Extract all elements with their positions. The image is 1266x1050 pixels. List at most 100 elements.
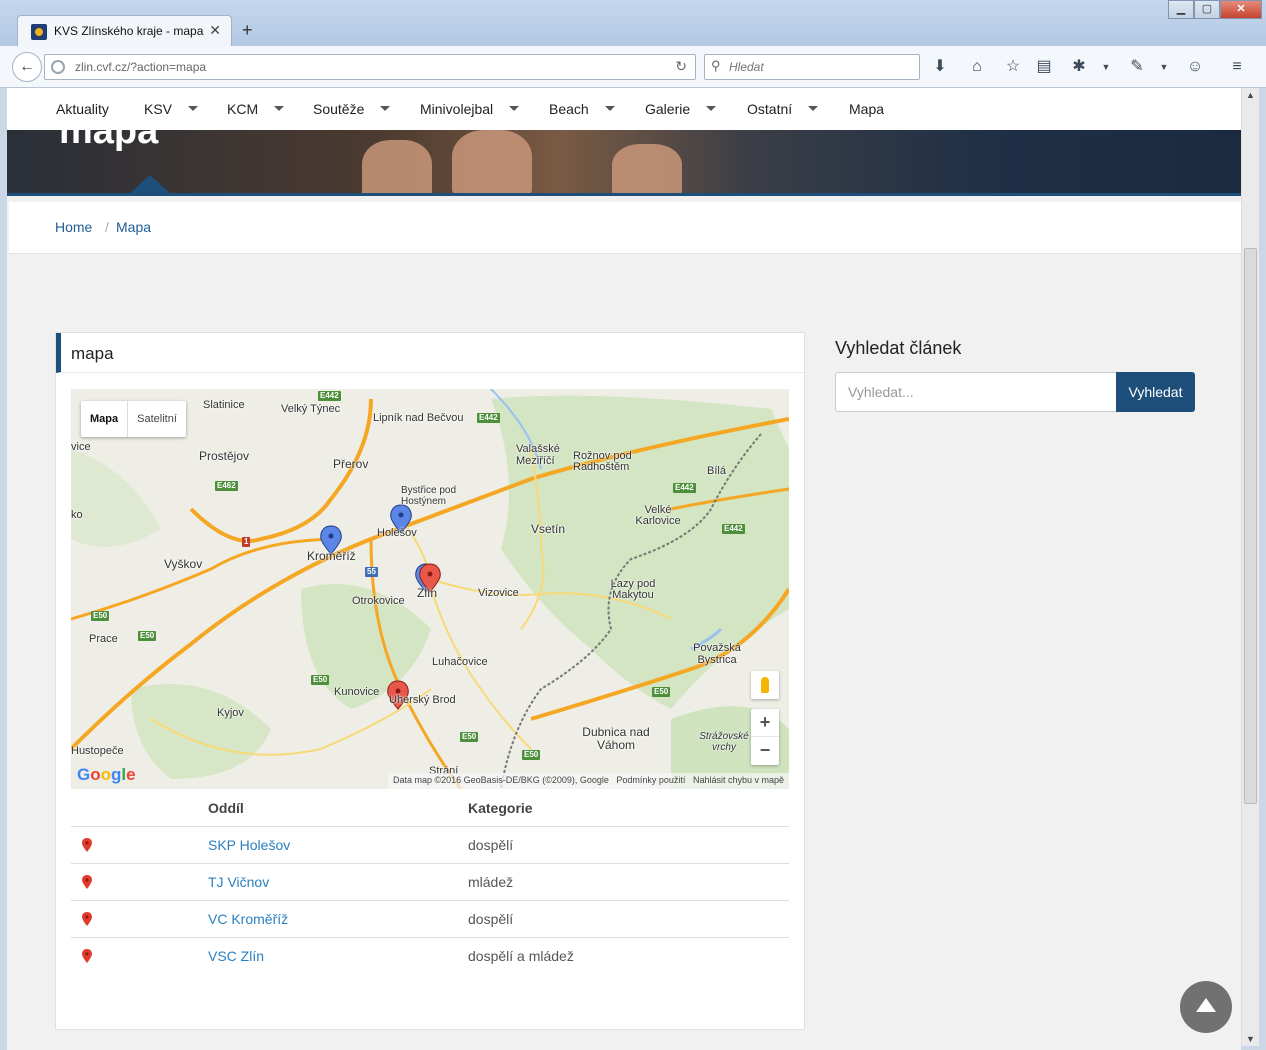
site-navigation: Aktuality KSV KCM Soutěže Minivolejbal B… [7, 88, 1241, 130]
url-bar[interactable]: zlin.cvf.cz/?action=mapa ↻ [44, 54, 696, 80]
map-panel: mapa Slatinice Velký Týnec Lipník nad Be… [55, 332, 805, 1030]
back-button[interactable]: ← [12, 52, 42, 82]
map-attribution: Data map ©2016 GeoBasis-DE/BKG (©2009), … [388, 773, 789, 789]
article-search-button[interactable]: Vyhledat [1116, 372, 1195, 412]
zoom-out-button[interactable]: − [751, 737, 779, 765]
scroll-up-arrow-icon[interactable]: ▲ [1246, 90, 1255, 100]
breadcrumb-separator: / [105, 219, 109, 235]
map-pin-icon [82, 875, 92, 889]
smiley-icon[interactable]: ☺ [1184, 56, 1206, 78]
maximize-button[interactable]: ▢ [1194, 0, 1220, 19]
map-pin-icon [82, 949, 92, 963]
road-shield: E50 [652, 687, 671, 697]
map-label: Kroměříž [307, 549, 356, 563]
map-label: Hustopeče [71, 745, 124, 757]
map-type-map-button[interactable]: Mapa [81, 401, 129, 437]
club-category: mládež [468, 874, 514, 890]
club-category: dospělí a mládež [468, 948, 574, 964]
map-label: Velký Týnec [281, 403, 341, 415]
page-scrollbar[interactable]: ▲ ▼ [1241, 88, 1259, 1046]
menu-item-aktuality[interactable]: Aktuality [56, 101, 109, 117]
search-icon: ⚲ [711, 58, 721, 73]
zoom-in-button[interactable]: + [751, 709, 779, 737]
club-link[interactable]: VC Kroměříž [208, 911, 288, 927]
road-shield: E442 [318, 391, 341, 401]
browser-search-bar[interactable]: ⚲ Hledat [704, 54, 920, 80]
map-label: Rožnov pod Radhoštěm [573, 450, 632, 473]
page-viewport: Aktuality KSV KCM Soutěže Minivolejbal B… [7, 88, 1241, 1050]
menu-item-mapa[interactable]: Mapa [849, 101, 884, 117]
map-label: Prostějov [199, 449, 250, 463]
road-shield: 55 [365, 567, 378, 577]
table-row: VSC Zlín dospělí a mládež [71, 937, 789, 974]
menu-item-souteze[interactable]: Soutěže [313, 101, 391, 117]
map-report-link[interactable]: Nahlásit chybu v mapě [693, 775, 784, 785]
google-map[interactable]: Slatinice Velký Týnec Lipník nad Bečvou … [71, 389, 789, 789]
menu-item-beach[interactable]: Beach [549, 101, 615, 117]
map-label: vice [71, 441, 91, 453]
map-label: Strážovské vrchy [699, 731, 749, 753]
club-link[interactable]: VSC Zlín [208, 948, 264, 964]
road-shield: E50 [460, 732, 479, 742]
browser-tab[interactable]: KVS Zlínského kraje - mapa ✕ [17, 15, 232, 46]
menu-item-galerie[interactable]: Galerie [645, 101, 717, 117]
dropper-dropdown-icon[interactable]: ▼ [1153, 56, 1175, 78]
globe-icon [51, 60, 65, 74]
menu-item-ostatni[interactable]: Ostatní [747, 101, 819, 117]
menu-item-minivolejbal[interactable]: Minivolejbal [420, 101, 520, 117]
map-type-control: Mapa Satelitní [81, 401, 186, 437]
map-label: Slatinice [203, 399, 245, 411]
url-text[interactable]: zlin.cvf.cz/?action=mapa [75, 60, 206, 74]
google-logo[interactable]: Google [77, 765, 136, 785]
extension-dropdown-icon[interactable]: ▼ [1095, 56, 1117, 78]
caret-down-icon [188, 105, 199, 111]
caret-down-icon [274, 105, 285, 111]
hero-arrow-icon [130, 175, 170, 193]
club-link[interactable]: SKP Holešov [208, 837, 290, 853]
scroll-to-top-button[interactable] [1180, 981, 1232, 1033]
panel-header: mapa [56, 333, 804, 373]
reload-icon[interactable]: ↻ [675, 58, 687, 75]
dropper-icon[interactable]: ✎ [1126, 56, 1148, 78]
new-tab-button[interactable]: + [242, 20, 253, 41]
breadcrumb-home-link[interactable]: Home [55, 219, 92, 235]
hero-photo-hand [612, 144, 682, 193]
street-view-pegman-icon[interactable] [751, 671, 779, 699]
download-icon[interactable]: ⬇ [929, 56, 951, 78]
map-type-satellite-button[interactable]: Satelitní [128, 401, 186, 437]
menu-label: Ostatní [747, 101, 793, 117]
hero-photo-hand [452, 130, 532, 193]
scroll-down-arrow-icon[interactable]: ▼ [1246, 1034, 1255, 1044]
minimize-button[interactable]: ▁ [1168, 0, 1194, 19]
tab-title: KVS Zlínského kraje - mapa [54, 24, 204, 38]
tab-close-icon[interactable]: ✕ [209, 22, 221, 39]
browser-search-placeholder[interactable]: Hledat [729, 60, 764, 74]
menu-item-ksv[interactable]: KSV [144, 101, 199, 117]
reading-list-icon[interactable]: ▤ [1033, 56, 1055, 78]
map-label: Otrokovice [352, 595, 405, 607]
menu-icon[interactable]: ≡ [1226, 56, 1248, 78]
menu-item-kcm[interactable]: KCM [227, 101, 285, 117]
menu-label: KSV [144, 101, 173, 117]
browser-titlebar: KVS Zlínského kraje - mapa ✕ + ▁ ▢ ✕ [0, 0, 1266, 46]
breadcrumb: Home / Mapa [9, 202, 1241, 254]
sidebar-search-title: Vyhledat článek [835, 338, 962, 358]
browser-navbar: ← zlin.cvf.cz/?action=mapa ↻ ⚲ Hledat ⬇ … [0, 46, 1266, 88]
extension-icon[interactable]: ✱ [1068, 56, 1090, 78]
map-label: Prace [89, 633, 118, 645]
road-shield: 1 [242, 537, 251, 547]
table-row: VC Kroměříž dospělí [71, 900, 789, 937]
scrollbar-thumb[interactable] [1244, 248, 1257, 804]
road-shield: E442 [722, 524, 745, 534]
breadcrumb-current[interactable]: Mapa [116, 219, 151, 235]
close-window-button[interactable]: ✕ [1220, 0, 1262, 19]
bookmark-star-icon[interactable]: ☆ [1002, 56, 1024, 78]
map-label: Lazy pod Makytou [610, 578, 656, 601]
club-link[interactable]: TJ Vičnov [208, 874, 269, 890]
home-icon[interactable]: ⌂ [966, 56, 988, 78]
hero-title: mapa [59, 130, 159, 152]
article-search-input[interactable] [835, 372, 1117, 412]
map-label: Holešov [377, 527, 417, 539]
map-terms-link[interactable]: Podmínky použití [616, 775, 685, 785]
road-shield: E462 [215, 481, 238, 491]
